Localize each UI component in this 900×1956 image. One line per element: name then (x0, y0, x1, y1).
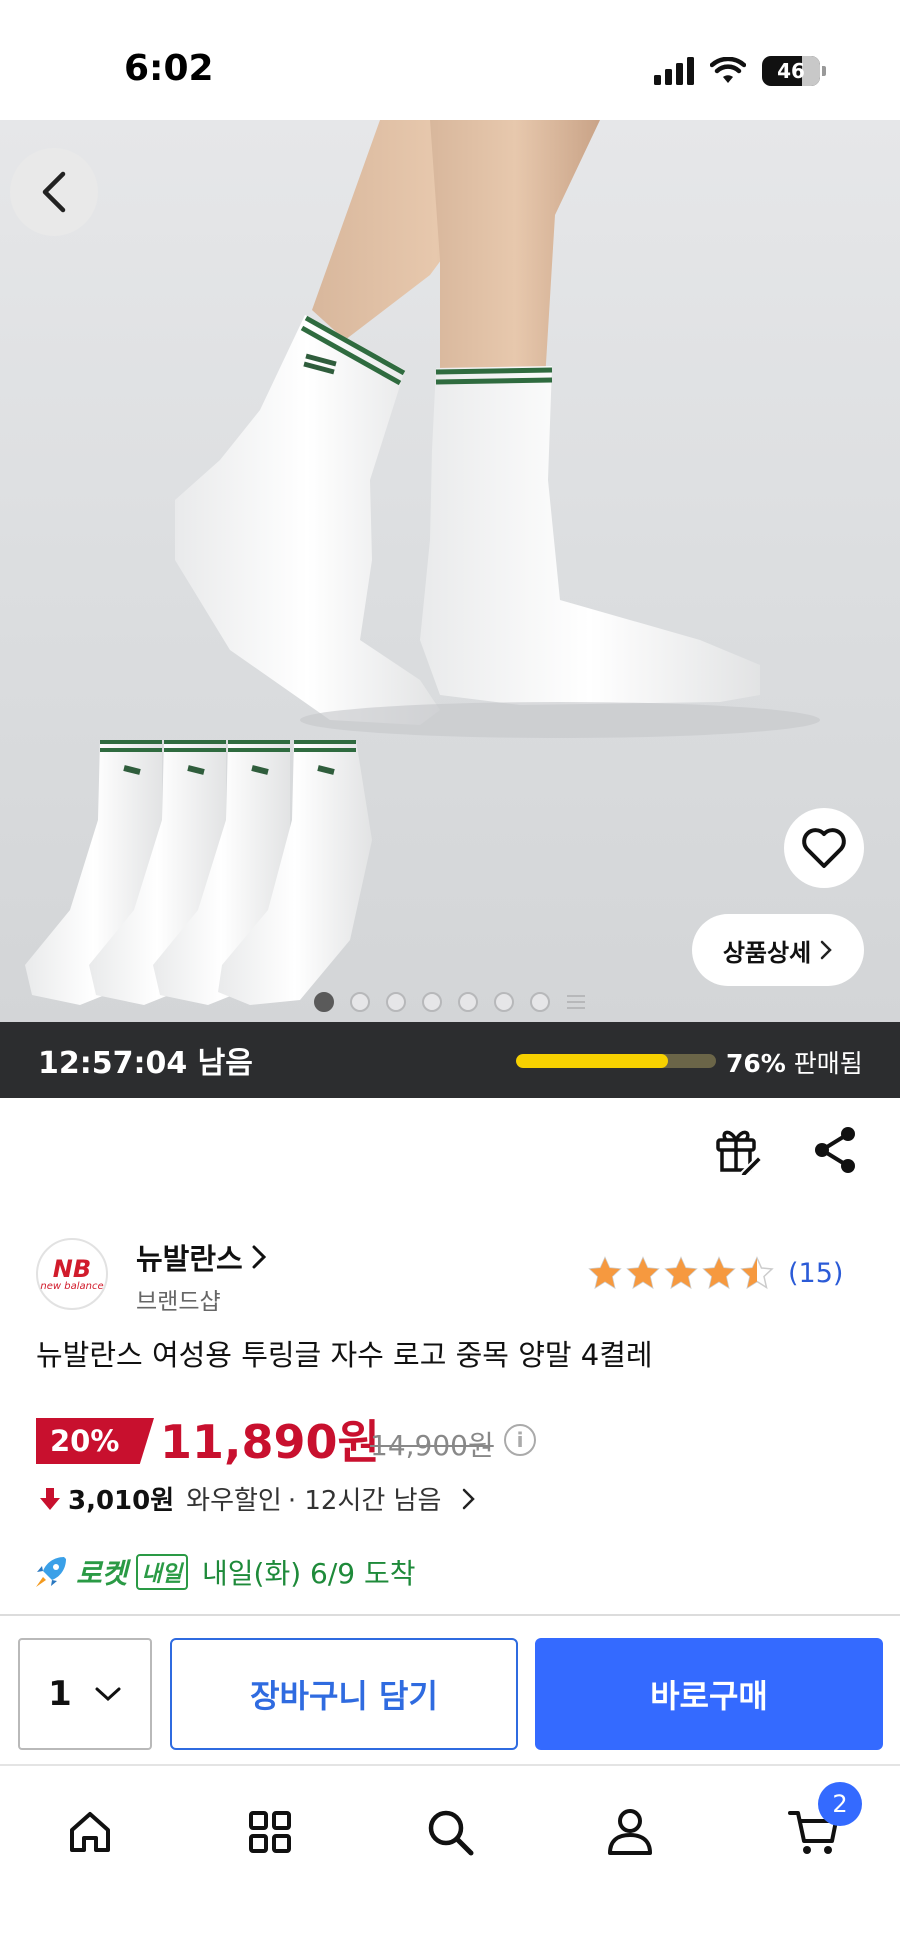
brand-link[interactable]: 뉴발란스 (136, 1236, 267, 1278)
sale-price: 11,890원 (160, 1415, 380, 1469)
share-icon (815, 1127, 855, 1173)
rating-summary[interactable]: (15) (588, 1256, 843, 1290)
purchase-bar: 1 장바구니 담기 바로구매 (0, 1614, 900, 1764)
brand-logo[interactable]: NB new balance (36, 1238, 108, 1310)
deal-timer-bar: 12:57:04 남음 76% 판매됨 (0, 1022, 900, 1098)
share-button[interactable] (810, 1124, 862, 1176)
add-to-cart-button[interactable]: 장바구니 담기 (170, 1638, 518, 1750)
quantity-select[interactable]: 1 (18, 1638, 152, 1750)
user-icon (608, 1809, 652, 1855)
sold-label: 판매됨 (793, 1049, 863, 1078)
status-bar: 6:02 46 (0, 0, 900, 120)
price-info-icon[interactable]: i (504, 1424, 536, 1456)
wifi-icon (710, 57, 746, 83)
signal-icon (654, 57, 694, 85)
arrow-down-icon (40, 1487, 60, 1510)
product-photo (25, 120, 820, 1005)
product-detail-label: 상품상세 (722, 938, 812, 967)
wow-time-left: · 12시간 남음 (287, 1486, 442, 1516)
carousel-indicators (314, 992, 586, 1012)
grid-icon (249, 1811, 291, 1853)
product-image-carousel[interactable]: 상품상세 (0, 120, 900, 1022)
wishlist-button[interactable] (784, 808, 864, 888)
carousel-dot[interactable] (494, 992, 514, 1012)
bottom-tab-bar: 2 (0, 1764, 900, 1956)
wow-discount-row[interactable]: 3,010원 와우할인 · 12시간 남음 (38, 1480, 477, 1517)
gift-button[interactable] (712, 1124, 764, 1177)
brand-name: 뉴발란스 (136, 1242, 243, 1276)
carousel-dot[interactable] (422, 992, 442, 1012)
rating-stars (588, 1256, 774, 1290)
tab-home[interactable] (60, 1802, 120, 1862)
rocket-label: 로켓 (76, 1557, 128, 1590)
chevron-right-icon (463, 1488, 476, 1509)
star-icon (702, 1256, 736, 1290)
heart-icon (802, 828, 846, 868)
carousel-more-icon[interactable] (566, 992, 586, 1012)
sold-percent-text: 76% 판매됨 (726, 1044, 863, 1080)
quantity-value: 1 (48, 1674, 72, 1714)
status-icons: 46 (654, 56, 826, 86)
carousel-dot[interactable] (458, 992, 478, 1012)
tab-my-account[interactable] (600, 1802, 660, 1862)
original-price: 14,900원 (370, 1429, 494, 1462)
tomorrow-badge: 내일 (135, 1554, 189, 1590)
battery-icon: 46 (762, 56, 826, 86)
discount-badge: 20% (36, 1418, 154, 1464)
gift-icon (716, 1130, 764, 1177)
product-detail-button[interactable]: 상품상세 (692, 914, 864, 986)
status-time: 6:02 (124, 48, 214, 89)
review-count[interactable]: (15) (788, 1258, 843, 1289)
back-button[interactable] (10, 148, 98, 236)
tab-categories[interactable] (240, 1802, 300, 1862)
deal-countdown: 12:57:04 남음 (38, 1046, 253, 1081)
star-icon (626, 1256, 660, 1290)
delivery-date: 내일(화) 6/9 도착 (202, 1557, 416, 1590)
sold-progress-bar (516, 1054, 716, 1068)
carousel-dot[interactable] (350, 992, 370, 1012)
product-title: 뉴발란스 여성용 투링글 자수 로고 중목 양말 4켤레 (36, 1338, 653, 1372)
buy-now-button[interactable]: 바로구매 (535, 1638, 883, 1750)
brand-shop-label: 브랜드샵 (136, 1289, 221, 1315)
carousel-dot[interactable] (314, 992, 334, 1012)
chevron-down-icon (95, 1687, 121, 1702)
delivery-info: 로켓 내일 내일(화) 6/9 도착 (34, 1552, 416, 1592)
wow-label: 와우할인 (186, 1486, 282, 1516)
star-icon (664, 1256, 698, 1290)
home-icon (70, 1812, 110, 1852)
brand-logo-text: new balance (40, 1280, 104, 1292)
chevron-right-icon (820, 940, 832, 960)
brand-logo-mark: NB (52, 1254, 92, 1283)
carousel-dot[interactable] (386, 992, 406, 1012)
carousel-dot[interactable] (530, 992, 550, 1012)
star-icon (588, 1256, 622, 1290)
battery-level: 46 (777, 59, 805, 83)
cart-count-badge: 2 (818, 1782, 862, 1826)
wow-amount: 3,010원 (68, 1486, 175, 1516)
rocket-icon (36, 1557, 66, 1587)
star-icon (740, 1256, 774, 1290)
sold-progress-fill (516, 1054, 668, 1068)
tab-search[interactable] (420, 1802, 480, 1862)
search-icon (428, 1810, 474, 1856)
chevron-left-icon (42, 171, 66, 213)
chevron-right-icon (252, 1245, 266, 1269)
sold-percent: 76% (726, 1049, 786, 1078)
